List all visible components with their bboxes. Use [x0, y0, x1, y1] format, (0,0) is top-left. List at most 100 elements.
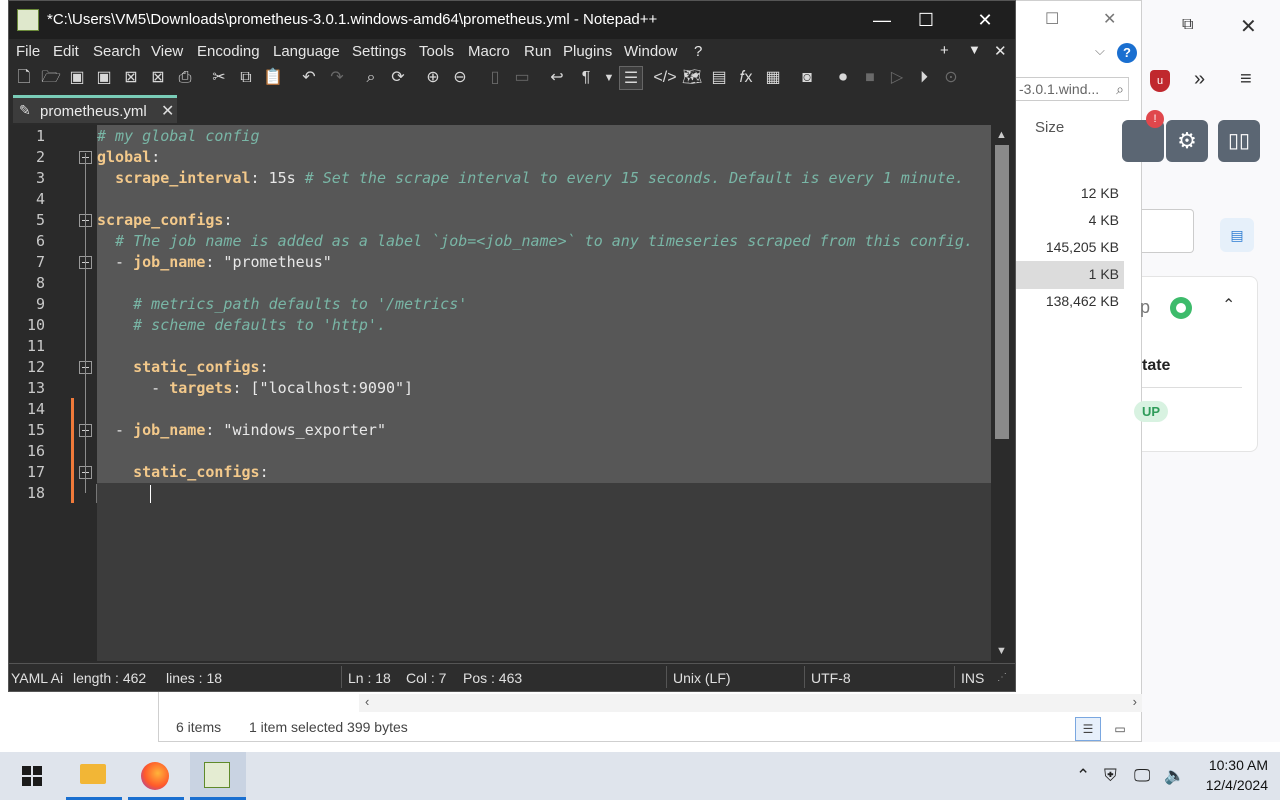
menu-edit[interactable]: Edit: [53, 43, 79, 60]
save-icon[interactable]: ▣: [65, 66, 89, 90]
menu-settings[interactable]: Settings: [352, 43, 406, 60]
help-icon[interactable]: ?: [1117, 43, 1137, 63]
vertical-scrollbar[interactable]: ▲ ▼: [991, 125, 1013, 661]
user-language-icon[interactable]: </>: [653, 66, 677, 90]
minimize-button[interactable]: —: [859, 7, 905, 33]
save-icon[interactable]: ▤: [1220, 218, 1254, 252]
tiles-view-icon[interactable]: ▭: [1109, 719, 1131, 739]
code-line: static_configs:: [133, 358, 269, 376]
explorer-close-button[interactable]: ✕: [1103, 9, 1116, 29]
scroll-left-icon[interactable]: ‹: [365, 694, 369, 709]
close-button[interactable]: ✕: [962, 7, 1008, 33]
play-multiple-icon[interactable]: ⏵: [912, 66, 936, 90]
clock[interactable]: 10:30 AM 12/4/2024: [1206, 755, 1268, 795]
open-folder-icon[interactable]: 🗁: [39, 66, 63, 90]
menu-encoding[interactable]: Encoding: [197, 43, 260, 60]
file-explorer-taskbar-button[interactable]: [66, 752, 122, 800]
notepad-app-icon: [204, 762, 230, 788]
yaml-key: global: [97, 148, 152, 166]
sync-horizontal-icon[interactable]: ▭: [510, 66, 534, 90]
taskbar: ⌃ ⛨ 🖵 🔈 10:30 AM 12/4/2024: [0, 752, 1280, 800]
notepad-taskbar-button[interactable]: [190, 752, 246, 800]
size-column-header[interactable]: Size: [1035, 119, 1064, 136]
tab-list-dropdown[interactable]: ▼: [968, 42, 981, 57]
sync-vertical-icon[interactable]: ▯: [483, 66, 507, 90]
menu-plugins[interactable]: Plugins: [563, 43, 612, 60]
menu-file[interactable]: File: [16, 43, 40, 60]
menu-run[interactable]: Run: [524, 43, 552, 60]
redo-icon[interactable]: ↷: [325, 66, 349, 90]
insert-mode-indicator[interactable]: INS: [961, 670, 984, 686]
play-macro-icon[interactable]: ▷: [885, 66, 909, 90]
zoom-out-icon[interactable]: ⊖: [448, 66, 472, 90]
folder-workspace-icon[interactable]: ▦: [761, 66, 785, 90]
menu-language[interactable]: Language: [273, 43, 340, 60]
security-icon[interactable]: ⛨: [1104, 766, 1117, 786]
document-map-icon[interactable]: 🗺: [680, 66, 704, 90]
new-tab-button[interactable]: +: [940, 42, 949, 59]
tab-prometheus-yml[interactable]: ✎ prometheus.yml ✕: [13, 95, 177, 123]
stop-macro-icon[interactable]: ■: [858, 66, 882, 90]
copy-icon[interactable]: ⧉: [234, 66, 258, 90]
extensions-overflow-icon[interactable]: »: [1194, 68, 1205, 91]
paste-icon[interactable]: 📋: [261, 66, 285, 90]
encoding-indicator[interactable]: UTF-8: [811, 670, 851, 686]
print-icon[interactable]: ⎙: [173, 66, 197, 90]
menu-window[interactable]: Window: [624, 43, 677, 60]
restore-icon[interactable]: ⧉: [1182, 16, 1193, 34]
dropdown-arrow-icon[interactable]: ▼: [597, 66, 621, 90]
chevron-up-icon[interactable]: ⌃: [1222, 295, 1235, 315]
menu-help[interactable]: ?: [694, 43, 702, 60]
word-wrap-icon[interactable]: ↩: [545, 66, 569, 90]
volume-muted-icon[interactable]: 🔈: [1164, 766, 1185, 786]
title-bar[interactable]: *C:\Users\VM5\Downloads\prometheus-3.0.1…: [9, 1, 1015, 39]
reader-book-icon[interactable]: ▯▯: [1218, 120, 1260, 162]
scroll-right-icon[interactable]: ›: [1133, 694, 1137, 709]
close-icon[interactable]: ✕: [1240, 14, 1257, 39]
scrollbar-thumb[interactable]: [995, 145, 1009, 439]
monitoring-icon[interactable]: ◙: [795, 66, 819, 90]
close-file-icon[interactable]: ⊠: [119, 66, 143, 90]
start-button[interactable]: [2, 752, 58, 800]
firefox-taskbar-button[interactable]: [128, 752, 184, 800]
network-icon[interactable]: 🖵: [1134, 766, 1150, 786]
menu-tools[interactable]: Tools: [419, 43, 454, 60]
menu-view[interactable]: View: [151, 43, 183, 60]
ublock-icon[interactable]: u: [1150, 70, 1170, 92]
maximize-button[interactable]: ☐: [903, 7, 949, 33]
resize-grip-icon[interactable]: ⋰: [997, 672, 1007, 683]
zoom-in-icon[interactable]: ⊕: [421, 66, 445, 90]
undo-icon[interactable]: ↶: [297, 66, 321, 90]
find-icon[interactable]: ⌕: [359, 66, 383, 90]
new-file-icon[interactable]: 🗋: [12, 66, 36, 90]
settings-gear-icon[interactable]: ⚙: [1166, 120, 1208, 162]
show-hidden-icons-chevron-icon[interactable]: ⌃: [1076, 766, 1090, 786]
eol-indicator[interactable]: Unix (LF): [673, 670, 731, 686]
chevron-down-icon[interactable]: ⌵: [1095, 43, 1105, 59]
function-list-icon[interactable]: 𝑓x: [734, 66, 758, 90]
explorer-search-input[interactable]: -3.0.1.wind... ⌕: [1014, 77, 1129, 101]
details-view-icon[interactable]: ☰: [1075, 717, 1101, 741]
yaml-value: ["localhost:9090"]: [241, 379, 414, 397]
browser-window: ⧉ ✕ u » ≡ ! ⚙ ▯▯ ▤ p ⌃ tate UP: [1122, 0, 1280, 742]
save-all-icon[interactable]: ▣: [92, 66, 116, 90]
browser-input-field[interactable]: [1142, 209, 1194, 253]
document-list-icon[interactable]: ▤: [707, 66, 731, 90]
code-editor[interactable]: 1 2 3 4 5 6 7 8 9 10 11 12 13 14 15 16 17 18 # my global …: [9, 125, 1013, 661]
close-all-icon[interactable]: ⊠: [146, 66, 170, 90]
show-all-characters-icon[interactable]: ¶: [574, 66, 598, 90]
close-document-button[interactable]: ✕: [994, 42, 1007, 60]
menu-macro[interactable]: Macro: [468, 43, 510, 60]
scroll-down-icon[interactable]: ▼: [996, 645, 1007, 657]
horizontal-scrollbar[interactable]: ‹ ›: [359, 694, 1143, 712]
save-macro-icon[interactable]: ⊙: [939, 66, 963, 90]
menu-icon[interactable]: ≡: [1240, 68, 1252, 91]
explorer-minimize-button[interactable]: ☐: [1045, 9, 1059, 29]
cut-icon[interactable]: ✂: [207, 66, 231, 90]
replace-icon[interactable]: ⟳: [386, 66, 410, 90]
record-macro-icon[interactable]: ⏺: [831, 66, 855, 90]
indent-guide-icon[interactable]: ☰: [619, 66, 643, 90]
menu-search[interactable]: Search: [93, 43, 141, 60]
scroll-up-icon[interactable]: ▲: [996, 129, 1007, 141]
tab-close-icon[interactable]: ✕: [161, 101, 174, 121]
